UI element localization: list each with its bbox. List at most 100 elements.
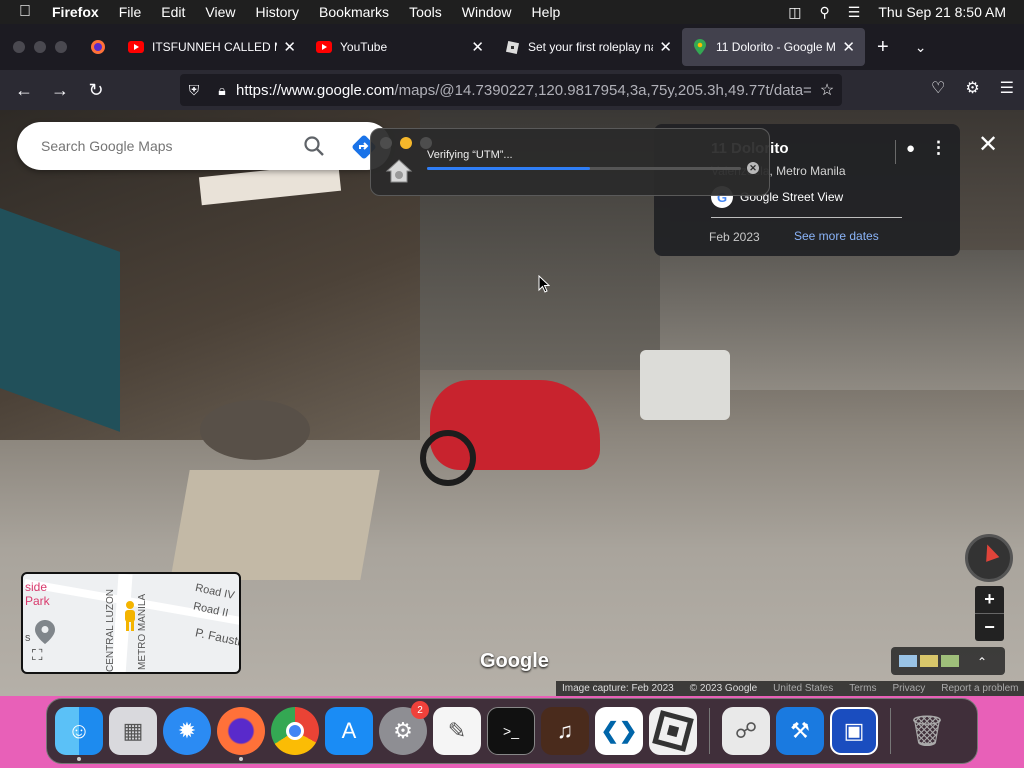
menu-tools[interactable]: Tools [399, 4, 452, 20]
google-maps-icon [692, 39, 708, 55]
close-tab-icon[interactable]: ✕ [471, 38, 484, 56]
system-settings-icon[interactable]: ⚙ 2 [379, 701, 429, 755]
address-bar[interactable]: ⛨ 🔒︎ https://www.google.com/maps/@14.739… [180, 74, 842, 106]
cancel-verify-icon[interactable]: ✕ [747, 162, 759, 174]
firefox-icon[interactable] [217, 707, 265, 761]
menu-history[interactable]: History [245, 4, 309, 20]
menu-help[interactable]: Help [522, 4, 571, 20]
xcode-icon[interactable]: ⚒ [776, 707, 824, 755]
pinned-tab-firefox[interactable] [78, 28, 118, 66]
menu-bookmarks[interactable]: Bookmarks [309, 4, 399, 20]
control-center-icon[interactable]: ☰ [848, 4, 861, 21]
country-link[interactable]: United States [773, 683, 833, 694]
pocket-icon[interactable]: ♡ [931, 78, 945, 98]
dialog-minimize-button[interactable] [400, 137, 412, 149]
close-window-button[interactable] [13, 41, 25, 53]
map-pin-icon[interactable]: ● [906, 140, 915, 157]
capture-date: Feb 2023 [709, 230, 760, 244]
pegman-icon[interactable] [121, 600, 139, 632]
menubar-clock[interactable]: Thu Sep 21 8:50 AM [878, 4, 1006, 20]
url-domain: https://www.google.com [236, 81, 395, 99]
close-street-view-icon[interactable]: ✕ [978, 130, 998, 159]
youtube-icon [316, 39, 332, 55]
search-input[interactable] [41, 138, 291, 154]
safari-icon[interactable]: ✹ [163, 707, 211, 755]
roblox-icon[interactable] [649, 707, 697, 755]
vscode-icon[interactable]: ❮❯ [595, 707, 643, 755]
new-tab-button[interactable]: + [877, 36, 889, 59]
zoom-control: + − [975, 586, 1004, 641]
tracking-shield-icon[interactable]: ⛨ [180, 82, 208, 99]
tab-youtube[interactable]: YouTube ✕ [306, 28, 494, 66]
search-icon[interactable] [303, 135, 325, 157]
verify-progress-fill [427, 167, 591, 170]
screen-mirroring-icon[interactable]: ◫ [788, 4, 801, 21]
menu-file[interactable]: File [109, 4, 152, 20]
tab-itsfunneh[interactable]: ITSFUNNEH CALLED ME ✕ [118, 28, 306, 66]
hamburger-menu-icon[interactable]: ☰ [1000, 78, 1014, 98]
tab-google-maps[interactable]: 11 Dolorito - Google Map ✕ [682, 28, 865, 66]
zoom-in-button[interactable]: + [975, 586, 1004, 613]
zoom-out-button[interactable]: − [975, 614, 1004, 641]
compass-icon[interactable] [965, 534, 1013, 582]
reload-icon[interactable]: ↻ [78, 80, 114, 101]
lock-icon[interactable]: 🔒︎ [208, 82, 236, 99]
tab-title: 11 Dolorito - Google Map [716, 40, 837, 54]
image-capture-text: Image capture: Feb 2023 [562, 683, 674, 694]
privacy-link[interactable]: Privacy [892, 683, 925, 694]
notification-badge: 2 [411, 701, 429, 719]
copyright-text: © 2023 Google [689, 683, 758, 694]
street-view-canvas[interactable]: 11 Dolorito Valenzuela, Metro Manila ● ⋮… [0, 110, 1024, 696]
dialog-window-controls [380, 137, 432, 149]
browser-tabstrip: ITSFUNNEH CALLED ME ✕ YouTube ✕ Set your… [0, 24, 1024, 70]
report-problem-link[interactable]: Report a problem [941, 683, 1018, 694]
tab-title: YouTube [340, 40, 388, 54]
textedit-icon[interactable]: ✎ [433, 707, 481, 755]
street-layer-icon [941, 655, 959, 667]
street-view-plywood-board [170, 470, 380, 580]
info-card-separator [711, 217, 902, 218]
menu-view[interactable]: View [195, 4, 245, 20]
tab-roleplay[interactable]: Set your first roleplay na ✕ [494, 28, 682, 66]
info-card-divider [895, 140, 896, 164]
list-all-tabs-icon[interactable]: ⌄ [915, 39, 927, 56]
bookmark-star-icon[interactable]: ☆ [812, 80, 842, 100]
trash-icon[interactable]: 🗑︎ [903, 707, 951, 755]
preview-icon[interactable]: ☍ [722, 707, 770, 755]
chrome-icon[interactable] [271, 707, 319, 755]
fullscreen-window-button[interactable] [55, 41, 67, 53]
see-more-dates-link[interactable]: See more dates [794, 229, 879, 243]
close-tab-icon[interactable]: ✕ [283, 38, 296, 56]
minimap-label-s: s [25, 632, 31, 644]
app-store-icon[interactable]: A [325, 707, 373, 755]
maps-search-box [17, 122, 391, 170]
dialog-close-button[interactable] [380, 137, 392, 149]
street-view-dirt-pile [200, 400, 310, 460]
expand-layers-icon[interactable]: ⌃ [977, 655, 995, 669]
launchpad-icon[interactable]: ▦ [109, 707, 157, 755]
spotlight-search-icon[interactable]: ⚲ [820, 4, 830, 21]
menu-window[interactable]: Window [452, 4, 522, 20]
more-options-icon[interactable]: ⋮ [930, 138, 947, 158]
garageband-icon[interactable]: ♫ [541, 707, 589, 755]
expand-map-icon[interactable]: ⛶ [32, 647, 43, 664]
mini-map[interactable]: side Park Road IV Road II P. Fausti CENT… [21, 572, 241, 674]
verifying-label: Verifying “UTM”... [427, 149, 513, 161]
close-tab-icon[interactable]: ✕ [842, 38, 855, 56]
minimize-window-button[interactable] [34, 41, 46, 53]
menu-edit[interactable]: Edit [151, 4, 195, 20]
extensions-icon[interactable]: ⚙ [965, 78, 979, 98]
finder-icon[interactable]: ☺ [55, 707, 103, 761]
close-tab-icon[interactable]: ✕ [659, 38, 672, 56]
forward-arrow-icon[interactable]: → [42, 80, 78, 101]
terms-link[interactable]: Terms [849, 683, 876, 694]
terminal-icon[interactable]: >_ [487, 707, 535, 755]
apple-menu-icon[interactable]:  [0, 3, 50, 21]
dialog-zoom-button[interactable] [420, 137, 432, 149]
location-pin-icon [35, 620, 55, 644]
url-text[interactable]: https://www.google.com/maps/@14.7390227,… [236, 82, 812, 99]
utm-icon[interactable]: ▣ [830, 707, 878, 755]
back-arrow-icon[interactable]: ← [6, 80, 42, 101]
menu-app-name[interactable]: Firefox [50, 4, 109, 20]
layers-control[interactable]: ⌃ [891, 647, 1005, 675]
